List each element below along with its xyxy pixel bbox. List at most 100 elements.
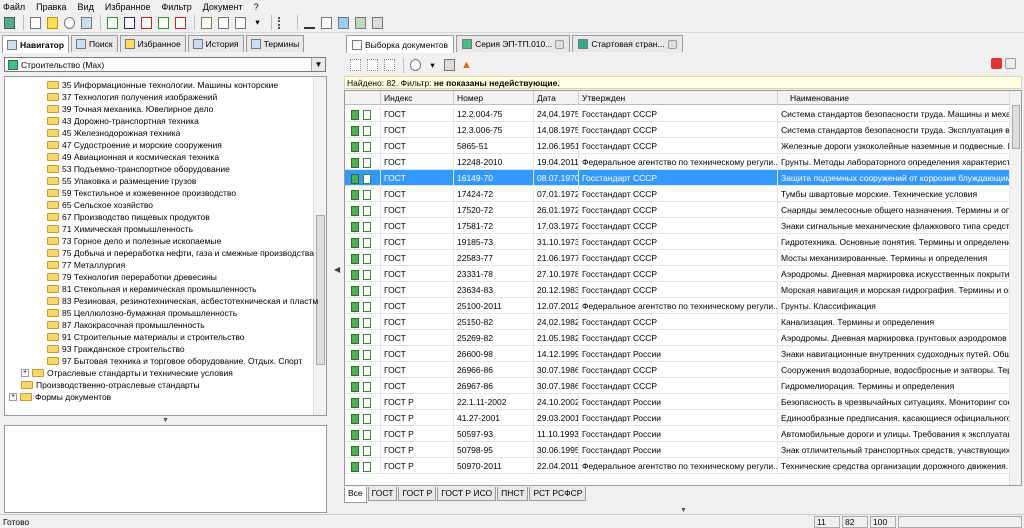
- home-icon[interactable]: [2, 15, 17, 30]
- close-tab-icon[interactable]: [555, 39, 565, 49]
- view-list-icon[interactable]: [348, 58, 363, 73]
- doc-yellow-icon[interactable]: [199, 15, 214, 30]
- filter-tab[interactable]: Все: [344, 487, 367, 503]
- tree-icon[interactable]: [276, 15, 291, 30]
- favorites-icon[interactable]: [45, 15, 60, 30]
- tree-item[interactable]: 47 Судостроение и морские сооружения: [47, 139, 222, 151]
- tab-search[interactable]: Поиск: [71, 35, 118, 52]
- doc-red2-icon[interactable]: [173, 15, 188, 30]
- panel-collapse-icon[interactable]: ▼: [162, 417, 169, 424]
- table-row[interactable]: ГОСТ 19185-73 31.10.1973 Госстандарт СССР Ги…: [345, 234, 1010, 250]
- column-header[interactable]: Номер: [454, 91, 534, 105]
- table-row[interactable]: ГОСТ 22583-77 21.06.1977 Госстандарт СССР Мо…: [345, 250, 1010, 266]
- menu-item[interactable]: Файл: [3, 2, 25, 12]
- doc-list-icon[interactable]: [233, 15, 248, 30]
- filter-tab[interactable]: ГОСТ Р: [398, 487, 437, 501]
- table-row[interactable]: ГОСТ 12248-2010 19.04.2011 Федеральное аген…: [345, 154, 1010, 170]
- tree-item[interactable]: 45 Железнодорожная техника: [47, 127, 180, 139]
- table-row[interactable]: ГОСТ Р 50798-95 30.06.1995 Госстандарт Росс…: [345, 442, 1010, 458]
- bottom-arrow-icon[interactable]: ▼: [680, 507, 687, 514]
- print-icon[interactable]: [28, 15, 43, 30]
- doc-green-icon[interactable]: [105, 15, 120, 30]
- splitter-arrow-icon[interactable]: ◀: [334, 265, 340, 274]
- table-row[interactable]: ГОСТ Р 41.27-2001 29.03.2001 Госстандарт Ро…: [345, 410, 1010, 426]
- tree-scrollbar-thumb[interactable]: [316, 215, 325, 365]
- tree-item[interactable]: 77 Металлургия: [47, 259, 125, 271]
- column-header[interactable]: Дата: [534, 91, 579, 105]
- column-header[interactable]: Индекс: [381, 91, 454, 105]
- chart-icon[interactable]: [353, 15, 368, 30]
- table-scrollbar-thumb[interactable]: [1012, 105, 1020, 149]
- table-row[interactable]: ГОСТ 23634-83 20.12.1983 Госстандарт СССР Мо…: [345, 282, 1010, 298]
- tree-item[interactable]: + Отраслевые стандарты и технические усло…: [21, 367, 233, 379]
- tree-scrollbar[interactable]: [313, 77, 326, 415]
- tree-item[interactable]: 65 Сельское хозяйство: [47, 199, 153, 211]
- expand-icon[interactable]: +: [21, 369, 29, 377]
- table-row[interactable]: ГОСТ 26967-86 30.07.1986 Госстандарт СССР Ги…: [345, 378, 1010, 394]
- tree-item[interactable]: 93 Гражданское строительство: [47, 343, 185, 355]
- doc-red-icon[interactable]: [139, 15, 154, 30]
- table-scrollbar[interactable]: [1009, 91, 1021, 485]
- filter-tab[interactable]: ГОСТ Р ИСО: [437, 487, 497, 501]
- terms-icon[interactable]: [79, 15, 94, 30]
- tree-item[interactable]: 37 Технология получения изображений: [47, 91, 217, 103]
- column-header[interactable]: Наименование: [778, 91, 1010, 105]
- table-row[interactable]: ГОСТ 17520-72 26.01.1972 Госстандарт СССР Сн…: [345, 202, 1010, 218]
- column-header[interactable]: Утвержден: [579, 91, 778, 105]
- menu-item[interactable]: ?: [254, 2, 259, 12]
- tree-item[interactable]: Производственно-отраслевые стандарты: [21, 379, 200, 391]
- warning-icon[interactable]: ▲: [459, 58, 474, 73]
- tree-item[interactable]: 75 Добыча и переработка нефти, газа и см…: [47, 247, 314, 259]
- chevron-down-icon[interactable]: ▼: [311, 58, 325, 71]
- tree-item[interactable]: 83 Резиновая, резинотехническая, асбесто…: [47, 295, 318, 307]
- table-row[interactable]: ГОСТ 17581-72 17.03.1972 Госстандарт СССР Зн…: [345, 218, 1010, 234]
- tree-item[interactable]: 91 Строительные материалы и строительств…: [47, 331, 245, 343]
- menu-item[interactable]: Избранное: [105, 2, 151, 12]
- table-row[interactable]: ГОСТ 12.2.004-75 24.04.1975 Госстандарт ССС…: [345, 106, 1010, 122]
- tree-item[interactable]: + Формы документов: [9, 391, 111, 403]
- tree-item[interactable]: 79 Технология переработки древесины: [47, 271, 217, 283]
- tree-item[interactable]: 43 Дорожно-транспортная техника: [47, 115, 199, 127]
- table-row[interactable]: ГОСТ 16149-70 08.07.1970 Госстандарт СССР За…: [345, 170, 1010, 186]
- filter-tab[interactable]: ГОСТ: [367, 487, 398, 501]
- panel-splitter[interactable]: ◀: [333, 35, 341, 515]
- table-row[interactable]: ГОСТ 25100-2011 12.07.2012 Федеральное аген…: [345, 298, 1010, 314]
- table-row[interactable]: ГОСТ Р 50970-2011 22.04.2011 Федеральное аг…: [345, 458, 1010, 474]
- tab-star[interactable]: Избранное: [119, 35, 186, 52]
- close-tab-icon[interactable]: [667, 39, 677, 49]
- doc-tab-2[interactable]: Стартовая стран...: [572, 35, 683, 52]
- dropdown-icon[interactable]: ▾: [425, 58, 440, 73]
- history-icon[interactable]: [62, 15, 77, 30]
- close-red-icon[interactable]: [991, 58, 1002, 69]
- tree-item[interactable]: 71 Химическая промышленность: [47, 223, 193, 235]
- doc-tab-0[interactable]: Выборка документов: [346, 35, 455, 53]
- tree-item[interactable]: 53 Подъемно-транспортное оборудование: [47, 163, 230, 175]
- tree-item[interactable]: 55 Упаковка и размещение грузов: [47, 175, 196, 187]
- table-row[interactable]: ГОСТ Р 22.1.11-2002 24.10.2002 Госстандарт …: [345, 394, 1010, 410]
- tree-item[interactable]: 81 Стекольная и керамическая промышленно…: [47, 283, 257, 295]
- tree-item[interactable]: 35 Информационные технологии. Машины кон…: [47, 79, 278, 91]
- filter-tab[interactable]: ПНСТ: [497, 487, 529, 501]
- menu-item[interactable]: Фильтр: [161, 2, 191, 12]
- tree-item[interactable]: 59 Текстильное и кожевенное производство: [47, 187, 236, 199]
- tab-terms[interactable]: Термины: [245, 35, 305, 52]
- tab-history[interactable]: История: [187, 35, 244, 52]
- table-row[interactable]: ГОСТ 5865-51 12.06.1951 Госстандарт СССР Жел…: [345, 138, 1010, 154]
- compare-icon[interactable]: [336, 15, 351, 30]
- tree-item[interactable]: 87 Лакокрасочная промышленность: [47, 319, 205, 331]
- doc-tab-1[interactable]: Серия ЭП-ТП.010...: [456, 35, 571, 52]
- table-row[interactable]: ГОСТ 23331-78 27.10.1978 Госстандарт СССР Аэ…: [345, 266, 1010, 282]
- text-format-icon[interactable]: [319, 15, 334, 30]
- print-icon[interactable]: [442, 58, 457, 73]
- close-window-icon[interactable]: [1005, 58, 1016, 69]
- table-row[interactable]: ГОСТ Р 50597-93 11.10.1993 Госстандарт Росс…: [345, 426, 1010, 442]
- menu-item[interactable]: Вид: [78, 2, 94, 12]
- table-row[interactable]: ГОСТ 17424-72 07.01.1972 Госстандарт СССР Ту…: [345, 186, 1010, 202]
- view-details-icon[interactable]: [365, 58, 380, 73]
- view-tiles-icon[interactable]: [382, 58, 397, 73]
- doc-green2-icon[interactable]: [156, 15, 171, 30]
- tab-navigator[interactable]: Навигатор: [2, 35, 70, 53]
- tree-item[interactable]: 67 Производство пищевых продуктов: [47, 211, 210, 223]
- classifier-combobox[interactable]: Строительство (Max) ▼: [4, 57, 326, 72]
- table-row[interactable]: ГОСТ 25150-82 24.02.1982 Госстандарт СССР Ка…: [345, 314, 1010, 330]
